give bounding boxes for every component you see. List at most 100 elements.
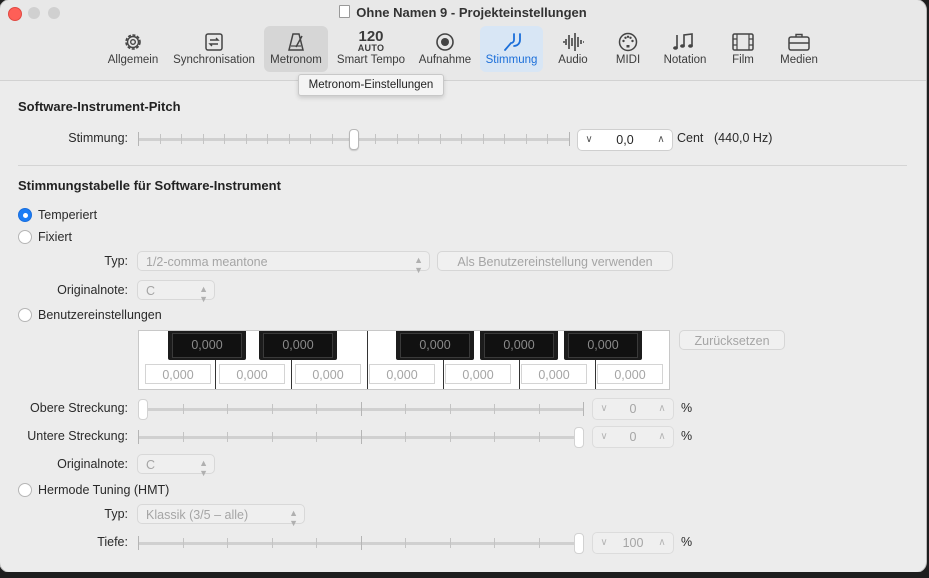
custom-label: Benutzereinstellungen: [38, 308, 162, 322]
hmt-type-label: Typ:: [104, 507, 128, 521]
slider-tick: [289, 134, 290, 144]
tab-label: Notation: [663, 54, 707, 66]
slider-tick: [183, 432, 184, 442]
slider-knob[interactable]: [574, 533, 584, 554]
slider-tick: [397, 134, 398, 144]
pitch-stepper[interactable]: ∨ 0,0 ∧: [577, 129, 673, 151]
tab-stimmung[interactable]: Stimmung: [480, 26, 543, 72]
section-divider: [18, 165, 907, 166]
hmt-type-popup[interactable]: Klassik (3/5 – alle) ▲ ▼: [137, 504, 305, 528]
original-note-popup[interactable]: C ▲ ▼: [137, 280, 215, 304]
tab-medien[interactable]: Medien: [774, 26, 824, 72]
slider-tick: [316, 538, 317, 548]
reset-button[interactable]: Zurücksetzen: [679, 330, 785, 350]
updown-chevrons-icon: ▲ ▼: [289, 508, 298, 528]
chevron-up-icon[interactable]: ∧: [652, 130, 670, 150]
slider-tick: [547, 134, 548, 144]
tab-smart-tempo[interactable]: 120 AUTO Smart Tempo: [334, 26, 408, 72]
briefcase-icon: [788, 33, 810, 51]
radio-temperiert[interactable]: [18, 208, 32, 222]
lower-stretch-stepper[interactable]: ∨ 0 ∧: [592, 426, 674, 448]
film-strip-icon: [732, 33, 754, 51]
black-key-c-sharp: 0,000: [168, 331, 246, 360]
metronome-icon: [288, 33, 304, 51]
chevron-down-icon[interactable]: ∨: [595, 427, 613, 447]
white-key-field[interactable]: 0,000: [445, 364, 511, 384]
percent-unit: %: [681, 535, 693, 549]
slider-tick: [440, 134, 441, 144]
pitch-value: 0,0: [616, 133, 634, 147]
tempo-auto-badge: AUTO: [357, 43, 385, 53]
black-key-field[interactable]: 0,000: [568, 333, 638, 358]
chevron-down-icon[interactable]: ∨: [580, 130, 598, 150]
upper-stretch-slider[interactable]: [138, 399, 584, 420]
white-key-field[interactable]: 0,000: [219, 364, 285, 384]
upper-stretch-stepper[interactable]: ∨ 0 ∧: [592, 398, 674, 420]
tab-synchronisation[interactable]: Synchronisation: [170, 26, 258, 72]
black-key-field[interactable]: 0,000: [484, 333, 554, 358]
original-note-label: Originalnote:: [57, 283, 128, 297]
slider-tick: [405, 538, 406, 548]
depth-stepper[interactable]: ∨ 100 ∧: [592, 532, 674, 554]
type-value: 1/2-comma meantone: [146, 255, 268, 269]
chevron-down-icon[interactable]: ∨: [595, 399, 613, 419]
tab-film[interactable]: Film: [720, 26, 766, 72]
slider-knob[interactable]: [349, 129, 359, 150]
percent-unit: %: [681, 401, 693, 415]
tab-notation[interactable]: Notation: [660, 26, 710, 72]
record-icon: [436, 33, 454, 51]
tab-audio[interactable]: Audio: [550, 26, 596, 72]
slider-tick: [310, 134, 311, 144]
slider-tick: [272, 404, 273, 414]
radio-benutzereinstellungen[interactable]: [18, 308, 32, 322]
slider-tick: [375, 134, 376, 144]
lower-stretch-slider[interactable]: [138, 427, 584, 448]
white-key-field[interactable]: 0,000: [295, 364, 361, 384]
type-popup[interactable]: 1/2-comma meantone ▲ ▼: [137, 251, 430, 275]
radio-hermode-tuning[interactable]: [18, 483, 32, 497]
radio-fixiert[interactable]: [18, 230, 32, 244]
table-heading: Stimmungstabelle für Software-Instrument: [18, 178, 281, 193]
tab-midi[interactable]: MIDI: [604, 26, 652, 72]
original-note-2-popup[interactable]: C ▲ ▼: [137, 454, 215, 478]
tab-aufnahme[interactable]: Aufnahme: [414, 26, 476, 72]
window-title: Ohne Namen 9 - Projekteinstellungen: [0, 5, 926, 20]
slider-knob[interactable]: [574, 427, 584, 448]
depth-slider[interactable]: [138, 533, 584, 554]
black-key-field[interactable]: 0,000: [400, 333, 470, 358]
tab-metronom[interactable]: Metronom: [264, 26, 328, 72]
tooltip: Metronom-Einstellungen: [298, 74, 444, 96]
slider-tick: [494, 432, 495, 442]
tuning-keyboard: 0,000 0,000 0,000 0,000 0,000 0,000 0,00…: [138, 330, 670, 390]
chevron-up-icon[interactable]: ∧: [653, 533, 671, 553]
slider-tick: [227, 432, 228, 442]
slider-tick: [450, 538, 451, 548]
updown-chevrons-icon: ▲ ▼: [199, 284, 208, 304]
key-divider: [367, 331, 368, 389]
white-key-field[interactable]: 0,000: [597, 364, 663, 384]
white-key-field[interactable]: 0,000: [145, 364, 211, 384]
tab-label: Aufnahme: [418, 54, 472, 66]
white-key-field[interactable]: 0,000: [521, 364, 587, 384]
tab-label: Stimmung: [485, 54, 538, 66]
chevron-up-icon[interactable]: ∧: [653, 399, 671, 419]
pitch-slider[interactable]: [138, 129, 570, 150]
slider-tick: [418, 134, 419, 144]
slider-knob[interactable]: [138, 399, 148, 420]
tab-label: Audio: [558, 54, 588, 66]
use-as-custom-button[interactable]: Als Benutzereinstellung verwenden: [437, 251, 673, 271]
original-note-2-label: Originalnote:: [57, 457, 128, 471]
slider-tick: [203, 134, 204, 144]
original-note-value: C: [146, 284, 156, 298]
white-key-field[interactable]: 0,000: [369, 364, 435, 384]
slider-tick: [361, 402, 362, 416]
tab-allgemein[interactable]: Allgemein: [104, 26, 162, 72]
black-key-field[interactable]: 0,000: [172, 333, 242, 358]
title-bar: Ohne Namen 9 - Projekteinstellungen Allg…: [0, 0, 926, 81]
slider-tick: [461, 134, 462, 144]
slider-tick: [483, 134, 484, 144]
chevron-up-icon[interactable]: ∧: [653, 427, 671, 447]
slider-tick: [227, 404, 228, 414]
black-key-field[interactable]: 0,000: [263, 333, 333, 358]
chevron-down-icon[interactable]: ∨: [595, 533, 613, 553]
